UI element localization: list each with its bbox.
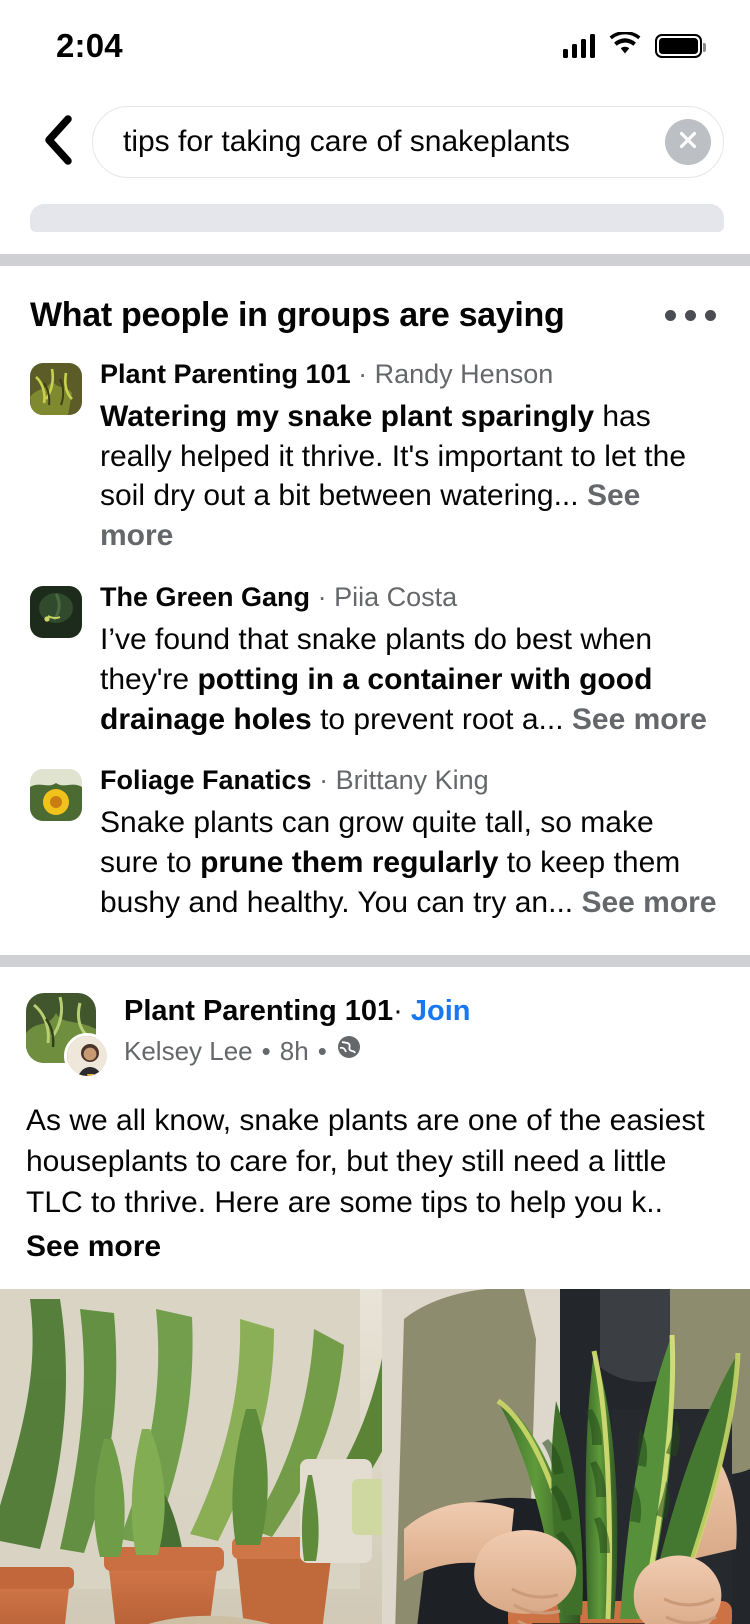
section-title: What people in groups are saying xyxy=(30,296,565,334)
snippet-author: Randy Henson xyxy=(374,359,554,389)
foliage-fanatics-thumb xyxy=(30,769,82,822)
status-bar-clock: 2:04 xyxy=(56,27,123,64)
section-divider-top xyxy=(0,254,750,266)
phone-screen: 2:04 tips for taking care of snakeplants xyxy=(0,0,750,1624)
snippet-meta: Plant Parenting 101 · Randy Henson xyxy=(100,357,720,393)
post-author: Kelsey Lee xyxy=(124,1036,253,1067)
meta-dot: • xyxy=(261,1036,271,1067)
snippet-meta: The Green Gang · Piia Costa xyxy=(100,580,720,616)
plant-parenting-101-thumb xyxy=(30,363,82,415)
see-more-link[interactable]: See more xyxy=(572,703,707,736)
snippet-meta: Foliage Fanatics · Brittany King xyxy=(100,763,720,799)
snippet-text: Watering my snake plant sparingly has re… xyxy=(100,397,720,557)
clear-search-button[interactable] xyxy=(665,119,711,165)
snippet-text: Snake plants can grow quite tall, so mak… xyxy=(100,803,720,923)
search-tabs-bar[interactable] xyxy=(30,204,724,232)
section-header: What people in groups are saying xyxy=(22,266,728,343)
globe-icon xyxy=(336,1034,362,1069)
see-more-link[interactable]: See more xyxy=(581,886,716,919)
meta-dot: • xyxy=(317,1036,327,1067)
post-identity: Plant Parenting 101· Join Kelsey Lee • 8… xyxy=(124,993,724,1070)
snippet-bold-lead: Watering my snake plant sparingly xyxy=(100,399,595,433)
snippet-group-name[interactable]: Plant Parenting 101 xyxy=(100,359,351,389)
section-divider-bottom xyxy=(0,954,750,967)
more-options-icon[interactable] xyxy=(661,300,720,331)
snippet-body: Plant Parenting 101 · Randy Henson Water… xyxy=(100,357,720,556)
wifi-icon xyxy=(609,30,641,61)
post-timestamp: 8h xyxy=(279,1036,309,1067)
status-bar: 2:04 xyxy=(0,0,750,92)
group-snippet[interactable]: Plant Parenting 101 · Randy Henson Water… xyxy=(22,343,728,566)
snippet-text: I’ve found that snake plants do best whe… xyxy=(100,620,720,740)
post-group-line: Plant Parenting 101· Join xyxy=(124,993,724,1031)
post-header: Plant Parenting 101· Join Kelsey Lee • 8… xyxy=(22,967,728,1080)
post-text: As we all know, snake plants are one of … xyxy=(26,1103,705,1220)
snippet-rest: to prevent root a... xyxy=(311,702,572,736)
groups-insights-section: What people in groups are saying Plant P… xyxy=(0,266,750,933)
post-separator: · xyxy=(393,994,403,1027)
snippet-separator: · xyxy=(317,582,327,613)
post-meta: Kelsey Lee • 8h • xyxy=(124,1034,724,1069)
feed-post: Plant Parenting 101· Join Kelsey Lee • 8… xyxy=(0,967,750,1267)
back-chevron-icon xyxy=(40,114,74,171)
the-green-gang-thumb xyxy=(30,586,82,639)
snippet-group-name[interactable]: The Green Gang xyxy=(100,582,310,612)
snippet-author: Brittany King xyxy=(335,765,489,796)
snippet-bold-mid: prune them regularly xyxy=(200,846,499,879)
group-snippet[interactable]: The Green Gang · Piia Costa I’ve found t… xyxy=(22,566,728,749)
search-query-text: tips for taking care of snakeplants xyxy=(123,125,570,158)
post-group-name[interactable]: Plant Parenting 101 xyxy=(124,995,393,1027)
person-holding-snake-plant-photo[interactable] xyxy=(0,1289,750,1624)
post-body: As we all know, snake plants are one of … xyxy=(22,1070,728,1268)
kelsey-lee-avatar xyxy=(64,1033,110,1080)
post-see-more-link[interactable]: See more xyxy=(26,1226,724,1267)
snippet-body: The Green Gang · Piia Costa I’ve found t… xyxy=(100,580,720,739)
snippet-author: Piia Costa xyxy=(334,582,458,613)
status-bar-icons xyxy=(562,30,706,61)
search-header: tips for taking care of snakeplants xyxy=(0,92,750,192)
snippet-separator: · xyxy=(319,765,329,796)
snippet-group-name[interactable]: Foliage Fanatics xyxy=(100,765,312,795)
avatar[interactable] xyxy=(26,993,110,1080)
clear-x-icon xyxy=(677,129,699,156)
cellular-signal-icon xyxy=(562,34,595,58)
join-group-button[interactable]: Join xyxy=(411,995,471,1027)
group-snippet[interactable]: Foliage Fanatics · Brittany King Snake p… xyxy=(22,749,728,932)
battery-icon xyxy=(655,34,706,58)
snippet-body: Foliage Fanatics · Brittany King Snake p… xyxy=(100,763,720,922)
snippet-separator: · xyxy=(358,359,368,389)
back-button[interactable] xyxy=(30,114,84,171)
search-input[interactable]: tips for taking care of snakeplants xyxy=(92,106,724,178)
